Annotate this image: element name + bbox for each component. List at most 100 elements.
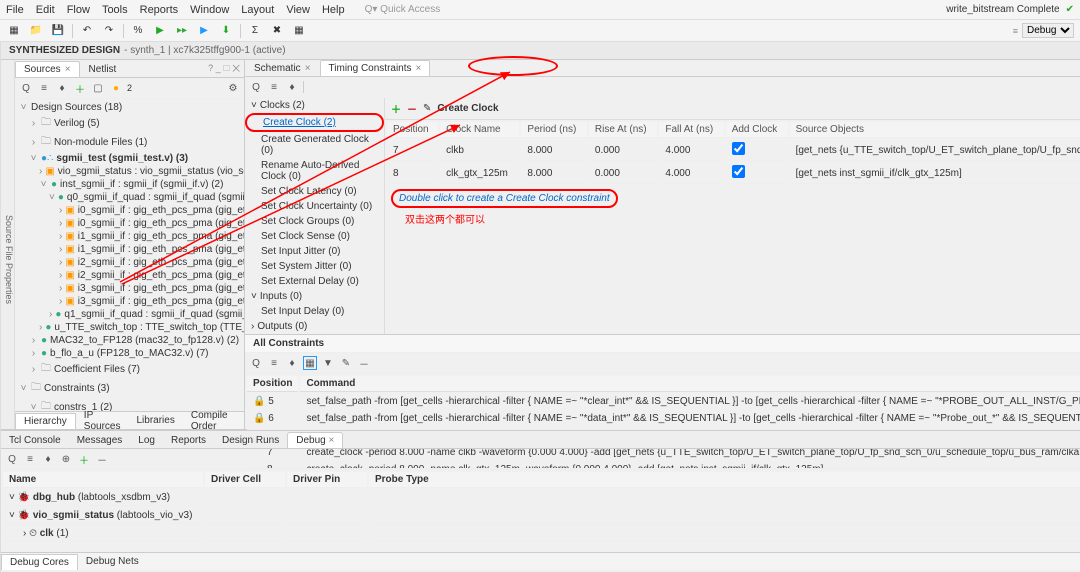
menu-help[interactable]: Help [322,4,345,16]
bt-debug-cores[interactable]: Debug Cores [1,554,78,570]
tree-bflo[interactable]: ›●b_flo_a_u (FP128_to_MAC32.v) (7) [15,347,244,360]
gear-icon[interactable] [226,81,240,95]
tree-vio[interactable]: ›▣vio_sgmii_status : vio_sgmii_status (v… [15,165,244,178]
tc-expand-icon[interactable]: ♦ [285,80,299,94]
tc-extdelay[interactable]: Set External Delay (0) [245,274,384,289]
stop-icon[interactable]: ✖ [269,23,285,39]
clock-row[interactable]: 8clk_gtx_125m8.000 0.0004.000[get_nets i… [387,163,1080,184]
menu-view[interactable]: View [286,4,310,16]
tc-collapse-icon[interactable]: ≡ [267,80,281,94]
layout-selector[interactable]: Debug [1022,23,1074,38]
warn-icon[interactable]: ● [109,81,123,95]
tree-coeff[interactable]: ›🗀Coefficient Files (7) [15,360,244,379]
dbg-filter-icon[interactable]: ⊕ [59,452,73,466]
tc-inputs[interactable]: ˅Inputs (0) [245,289,384,304]
ac-filter-icon[interactable]: ▼ [321,356,335,370]
tree-i2b[interactable]: ›▣i2_sgmii_if : gig_eth_pcs_pma (gig_eth… [15,269,244,282]
debug-row[interactable]: › ⏲ clk (1) [3,526,1080,542]
tc-edit-icon[interactable]: ✎ [423,103,431,114]
tc-add-icon[interactable]: ＋ [391,101,401,116]
tc-indelay[interactable]: Set Input Delay (0) [245,304,384,319]
tree-inst[interactable]: ˅●inst_sgmii_if : sgmii_if (sgmii_if.v) … [15,178,244,191]
bit-icon[interactable]: ⬇ [218,23,234,39]
dashboard-icon[interactable]: ▦ [291,23,307,39]
tc-sysjitter[interactable]: Set System Jitter (0) [245,259,384,274]
dbg-search-icon[interactable]: Q [5,452,19,466]
menu-flow[interactable]: Flow [67,4,90,16]
ac-group-icon[interactable]: ▦ [303,356,317,370]
tc-remove-icon[interactable]: － [407,101,417,116]
addclock-cb[interactable] [732,165,745,178]
tree-nonmodule[interactable]: ›🗀Non-module Files (1) [15,133,244,152]
sources-tab[interactable]: Sources× [15,61,80,77]
undo-icon[interactable]: ↶ [79,23,95,39]
schematic-tab[interactable]: Schematic× [245,60,320,76]
netlist-tab[interactable]: Netlist [80,61,126,77]
tc-sense[interactable]: Set Clock Sense (0) [245,229,384,244]
collapse-icon[interactable]: ≡ [37,81,51,95]
search-icon[interactable]: Q [19,81,33,95]
tc-outputs[interactable]: ›Outputs (0) [245,319,384,334]
tc-clocks[interactable]: ˅Clocks (2) [245,98,384,113]
ac-row[interactable]: 🔒 5set_false_path -from [get_cells -hier… [247,394,1080,409]
quick-access[interactable]: Q▾ Quick Access [365,4,441,15]
tree-verilog[interactable]: ›🗀Verilog (5) [15,114,244,133]
tree-i1b[interactable]: ›▣i1_sgmii_if : gig_eth_pcs_pma (gig_eth… [15,243,244,256]
menu-reports[interactable]: Reports [140,4,179,16]
debug-row[interactable]: ˅ 🐞 vio_sgmii_status (labtools_vio_v3) [3,508,1080,524]
dbg-remove-icon[interactable]: － [95,452,109,466]
lt-reports[interactable]: Reports [163,433,214,448]
bt-hierarchy[interactable]: Hierarchy [15,413,76,429]
addclock-cb[interactable] [732,142,745,155]
ac-row[interactable]: 🔒 6set_false_path -from [get_cells -hier… [247,411,1080,426]
expand-icon[interactable]: ♦ [55,81,69,95]
dbg-add-icon[interactable]: ＋ [77,452,91,466]
tree-q0[interactable]: ˅●q0_sgmii_if_quad : sgmii_if_quad (sgmi… [15,191,244,204]
tc-latency[interactable]: Set Clock Latency (0) [245,184,384,199]
clock-row[interactable]: 7clkb8.000 0.0004.000[get_nets {u_TTE_sw… [387,140,1080,161]
tc-search-icon[interactable]: Q [249,80,263,94]
tree-design-sources[interactable]: ˅Design Sources (18) [15,101,244,114]
tree-constraints[interactable]: ˅🗀Constraints (3) [15,379,244,398]
lt-log[interactable]: Log [130,433,163,448]
ac-remove-icon[interactable]: － [357,356,371,370]
lt-tcl[interactable]: Tcl Console [1,433,69,448]
report-icon[interactable]: Σ [247,23,263,39]
bt-debug-nets[interactable]: Debug Nets [78,554,147,569]
tree-i1[interactable]: ›▣i1_sgmii_if : gig_eth_pcs_pma (gig_eth… [15,230,244,243]
tree-i2[interactable]: ›▣i2_sgmii_if : gig_eth_pcs_pma (gig_eth… [15,256,244,269]
tc-hint[interactable]: Double click to create a Create Clock co… [391,189,618,208]
ac-expand-icon[interactable]: ♦ [285,356,299,370]
source-file-properties-tab[interactable]: Source File Properties [1,60,15,429]
redo-icon[interactable]: ↷ [101,23,117,39]
menu-tools[interactable]: Tools [102,4,128,16]
lt-debug[interactable]: Debug × [287,432,343,448]
menu-edit[interactable]: Edit [36,4,55,16]
timing-tab[interactable]: Timing Constraints× [320,60,431,76]
ac-search-icon[interactable]: Q [249,356,263,370]
tree-sgmii-test[interactable]: ˅●∴sgmii_test (sgmii_test.v) (3) [15,152,244,165]
impl-icon[interactable]: ▶ [196,23,212,39]
lt-messages[interactable]: Messages [69,433,131,448]
menu-file[interactable]: File [6,4,24,16]
tc-create-clock[interactable]: Create Clock (2) [245,113,384,132]
tc-rename[interactable]: Rename Auto-Derived Clock (0) [245,158,384,184]
tree-i3[interactable]: ›▣i3_sgmii_if : gig_eth_pcs_pma (gig_eth… [15,282,244,295]
tree-utte[interactable]: ›●u_TTE_switch_top : TTE_switch_top (TTE… [15,321,244,334]
save-icon[interactable]: 💾 [50,23,66,39]
next-icon[interactable]: ▸▸ [174,23,190,39]
lt-drules[interactable]: Design Runs [214,433,287,448]
bt-libraries[interactable]: Libraries [128,413,182,428]
debug-row[interactable]: ˅ 🐞 dbg_hub (labtools_xsdbm_v3) [3,490,1080,506]
add-icon[interactable]: ＋ [73,81,87,95]
tree-q1[interactable]: ›●q1_sgmii_if_quad : sgmii_if_quad (sgmi… [15,308,244,321]
menu-window[interactable]: Window [190,4,229,16]
dbg-collapse-icon[interactable]: ≡ [23,452,37,466]
tc-injitter[interactable]: Set Input Jitter (0) [245,244,384,259]
settings-icon[interactable]: % [130,23,146,39]
tc-create-gen[interactable]: Create Generated Clock (0) [245,132,384,158]
ac-edit-icon[interactable]: ✎ [339,356,353,370]
tc-uncertainty[interactable]: Set Clock Uncertainty (0) [245,199,384,214]
toggle-icon[interactable]: ▢ [91,81,105,95]
tree-i0[interactable]: ›▣i0_sgmii_if : gig_eth_pcs_pma (gig_eth… [15,204,244,217]
